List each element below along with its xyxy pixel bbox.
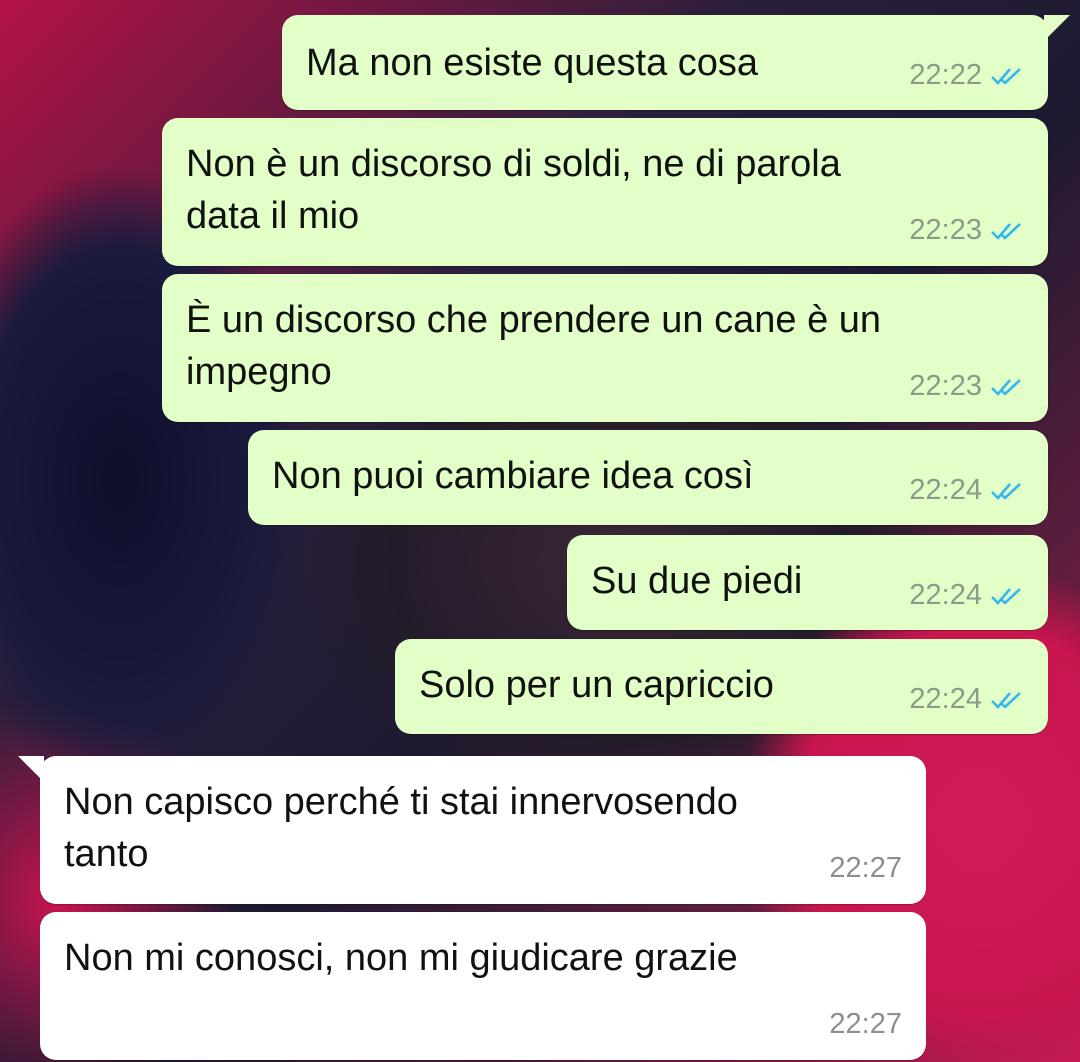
message-time: 22:22	[909, 59, 982, 91]
message-time: 22:24	[909, 579, 982, 611]
bubble-tail	[1044, 15, 1070, 41]
bubble-tail	[18, 756, 44, 782]
double-check-read-icon	[991, 691, 1021, 709]
message-time: 22:27	[829, 852, 902, 884]
message-time: 22:24	[909, 683, 982, 715]
double-check-read-icon	[991, 482, 1021, 500]
message-meta: 22:27	[829, 852, 902, 885]
outgoing-message[interactable]: Solo per un capriccio 22:24	[395, 639, 1048, 734]
message-meta: 22:24	[909, 683, 1024, 716]
message-text: Ma non esiste questa cosa	[306, 42, 759, 84]
message-meta: 22:22	[909, 59, 1024, 92]
outgoing-message[interactable]: È un discorso che prendere un cane è un …	[162, 274, 1048, 422]
message-meta: 22:23	[909, 370, 1024, 403]
double-check-read-icon	[991, 222, 1021, 240]
message-text: Su due piedi	[591, 560, 803, 602]
double-check-read-icon	[991, 587, 1021, 605]
message-time: 22:24	[909, 474, 982, 506]
message-time: 22:23	[909, 214, 982, 246]
message-meta: 22:24	[909, 474, 1024, 507]
incoming-message[interactable]: Non mi conosci, non mi giudicare grazie …	[40, 912, 926, 1060]
message-text: Solo per un capriccio	[419, 664, 774, 706]
message-text: Non puoi cambiare idea così	[272, 455, 754, 497]
message-meta: 22:27	[829, 1008, 902, 1041]
outgoing-message[interactable]: Ma non esiste questa cosa 22:22	[282, 15, 1070, 110]
message-time: 22:27	[829, 1008, 902, 1040]
outgoing-message[interactable]: Non è un discorso di soldi, ne di parola…	[162, 118, 1048, 266]
outgoing-message[interactable]: Non puoi cambiare idea così 22:24	[248, 430, 1048, 525]
outgoing-message[interactable]: Su due piedi 22:24	[567, 535, 1048, 630]
message-text: Non è un discorso di soldi, ne di parola…	[186, 143, 841, 237]
double-check-read-icon	[991, 378, 1021, 396]
message-text: È un discorso che prendere un cane è un …	[186, 299, 882, 393]
incoming-message[interactable]: Non capisco perché ti stai innervosendo …	[18, 756, 926, 904]
message-text: Non capisco perché ti stai innervosendo …	[64, 781, 738, 875]
message-time: 22:23	[909, 370, 982, 402]
message-meta: 22:24	[909, 579, 1024, 612]
message-meta: 22:23	[909, 214, 1024, 247]
double-check-read-icon	[991, 67, 1021, 85]
message-text: Non mi conosci, non mi giudicare grazie	[64, 937, 738, 979]
